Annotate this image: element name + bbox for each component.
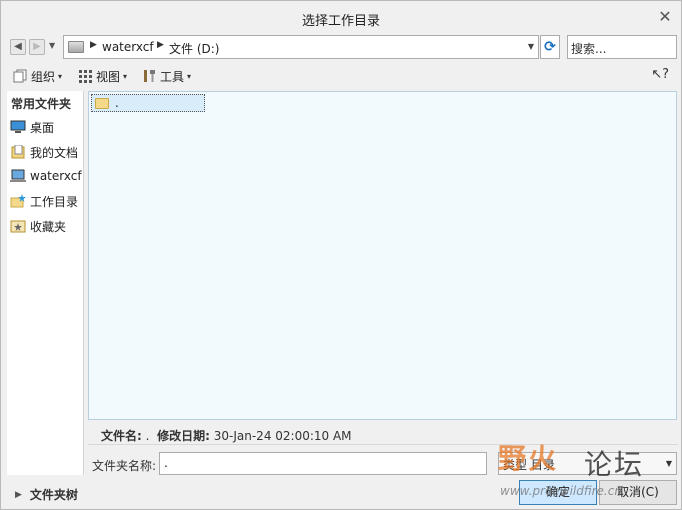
- sidebar-item-working-directory[interactable]: 工作目录: [10, 191, 78, 211]
- common-folders-header: 常用文件夹: [11, 97, 72, 111]
- type-select[interactable]: 类型 目录 ▼: [498, 452, 677, 475]
- view-menu[interactable]: 视图 ▾: [78, 67, 127, 85]
- file-list[interactable]: .: [88, 91, 677, 420]
- sidebar-item-favorites[interactable]: 收藏夹: [10, 216, 66, 236]
- folder-name-input[interactable]: .: [159, 452, 487, 475]
- list-item[interactable]: .: [91, 94, 205, 112]
- organize-icon: [13, 69, 28, 83]
- search-input[interactable]: 搜索...: [567, 35, 677, 59]
- address-bar[interactable]: ▶ waterxcf ▶ 文件 (D:) ▼: [63, 35, 539, 59]
- computer-icon: [10, 169, 26, 183]
- folder-tree-toggle[interactable]: ▶ 文件夹树: [15, 486, 78, 503]
- refresh-button[interactable]: ⟳: [540, 35, 560, 59]
- filename-value: .: [145, 429, 150, 443]
- context-help-icon[interactable]: ↖?: [651, 67, 669, 82]
- chevron-down-icon: ▼: [665, 459, 672, 468]
- breadcrumb-separator-icon[interactable]: ▶: [90, 40, 97, 50]
- chevron-down-icon: ▾: [58, 71, 63, 81]
- sidebar-item-desktop[interactable]: 桌面: [10, 117, 54, 137]
- folder-name-label: 文件夹名称:: [92, 459, 157, 473]
- organize-menu[interactable]: 组织 ▾: [13, 67, 62, 85]
- sidebar-item-label: 收藏夹: [30, 219, 67, 234]
- title-bar: 选择工作目录 ✕: [1, 1, 681, 34]
- forward-button[interactable]: ▶: [29, 39, 45, 55]
- filename-label: 文件名:: [101, 429, 142, 443]
- breadcrumb-computer[interactable]: waterxcf: [102, 40, 154, 54]
- view-label: 视图: [96, 69, 121, 84]
- sidebar-item-waterxcf[interactable]: waterxcf: [10, 166, 82, 186]
- back-button[interactable]: ◀: [10, 39, 26, 55]
- desktop-icon: [10, 120, 26, 134]
- sidebar-item-label: 工作目录: [30, 194, 79, 209]
- dialog-title: 选择工作目录: [301, 14, 380, 29]
- sidebar-item-label: 我的文档: [30, 145, 79, 160]
- expand-triangle-icon: ▶: [15, 489, 22, 500]
- tools-menu[interactable]: 工具 ▾: [142, 67, 191, 85]
- folder-icon: [95, 97, 109, 109]
- organize-label: 组织: [31, 69, 56, 84]
- history-dropdown-icon[interactable]: ▼: [49, 41, 55, 50]
- close-button[interactable]: ✕: [655, 7, 675, 27]
- breadcrumb-drive-d[interactable]: 文件 (D:): [169, 40, 219, 57]
- tools-label: 工具: [160, 69, 185, 84]
- favorites-icon: [10, 219, 26, 233]
- chevron-down-icon: ▾: [187, 71, 192, 81]
- breadcrumb-separator-icon[interactable]: ▶: [157, 40, 164, 50]
- chevron-down-icon: ▾: [123, 71, 128, 81]
- common-folders-pane: 常用文件夹 桌面 我的文档 waterxcf 工作目录 收藏夹: [7, 91, 84, 475]
- folder-tree-label: 文件夹树: [29, 488, 78, 502]
- working-directory-icon: [10, 194, 26, 208]
- cancel-button[interactable]: 取消(C): [599, 480, 677, 505]
- file-details: 文件名: . 修改日期: 30-Jan-24 02:00:10 AM: [101, 427, 352, 444]
- modified-label: 修改日期:: [157, 429, 210, 443]
- sidebar-item-label: waterxcf: [30, 169, 82, 183]
- tools-icon: [142, 69, 157, 83]
- sidebar-item-my-documents[interactable]: 我的文档: [10, 142, 78, 162]
- type-select-value: 类型 目录: [503, 458, 555, 472]
- select-working-directory-dialog: 选择工作目录 ✕ ◀ ▶ ▼ ▶ waterxcf ▶ 文件 (D:) ▼ ⟳ …: [0, 0, 682, 510]
- sidebar-item-label: 桌面: [30, 120, 55, 135]
- drive-icon: [68, 41, 84, 53]
- address-dropdown-icon[interactable]: ▼: [528, 42, 534, 51]
- divider: [88, 444, 678, 445]
- modified-value: 30-Jan-24 02:00:10 AM: [213, 429, 352, 443]
- view-icon: [78, 69, 93, 83]
- ok-button[interactable]: 确定: [519, 480, 597, 505]
- file-name: .: [115, 96, 119, 110]
- documents-icon: [10, 144, 26, 159]
